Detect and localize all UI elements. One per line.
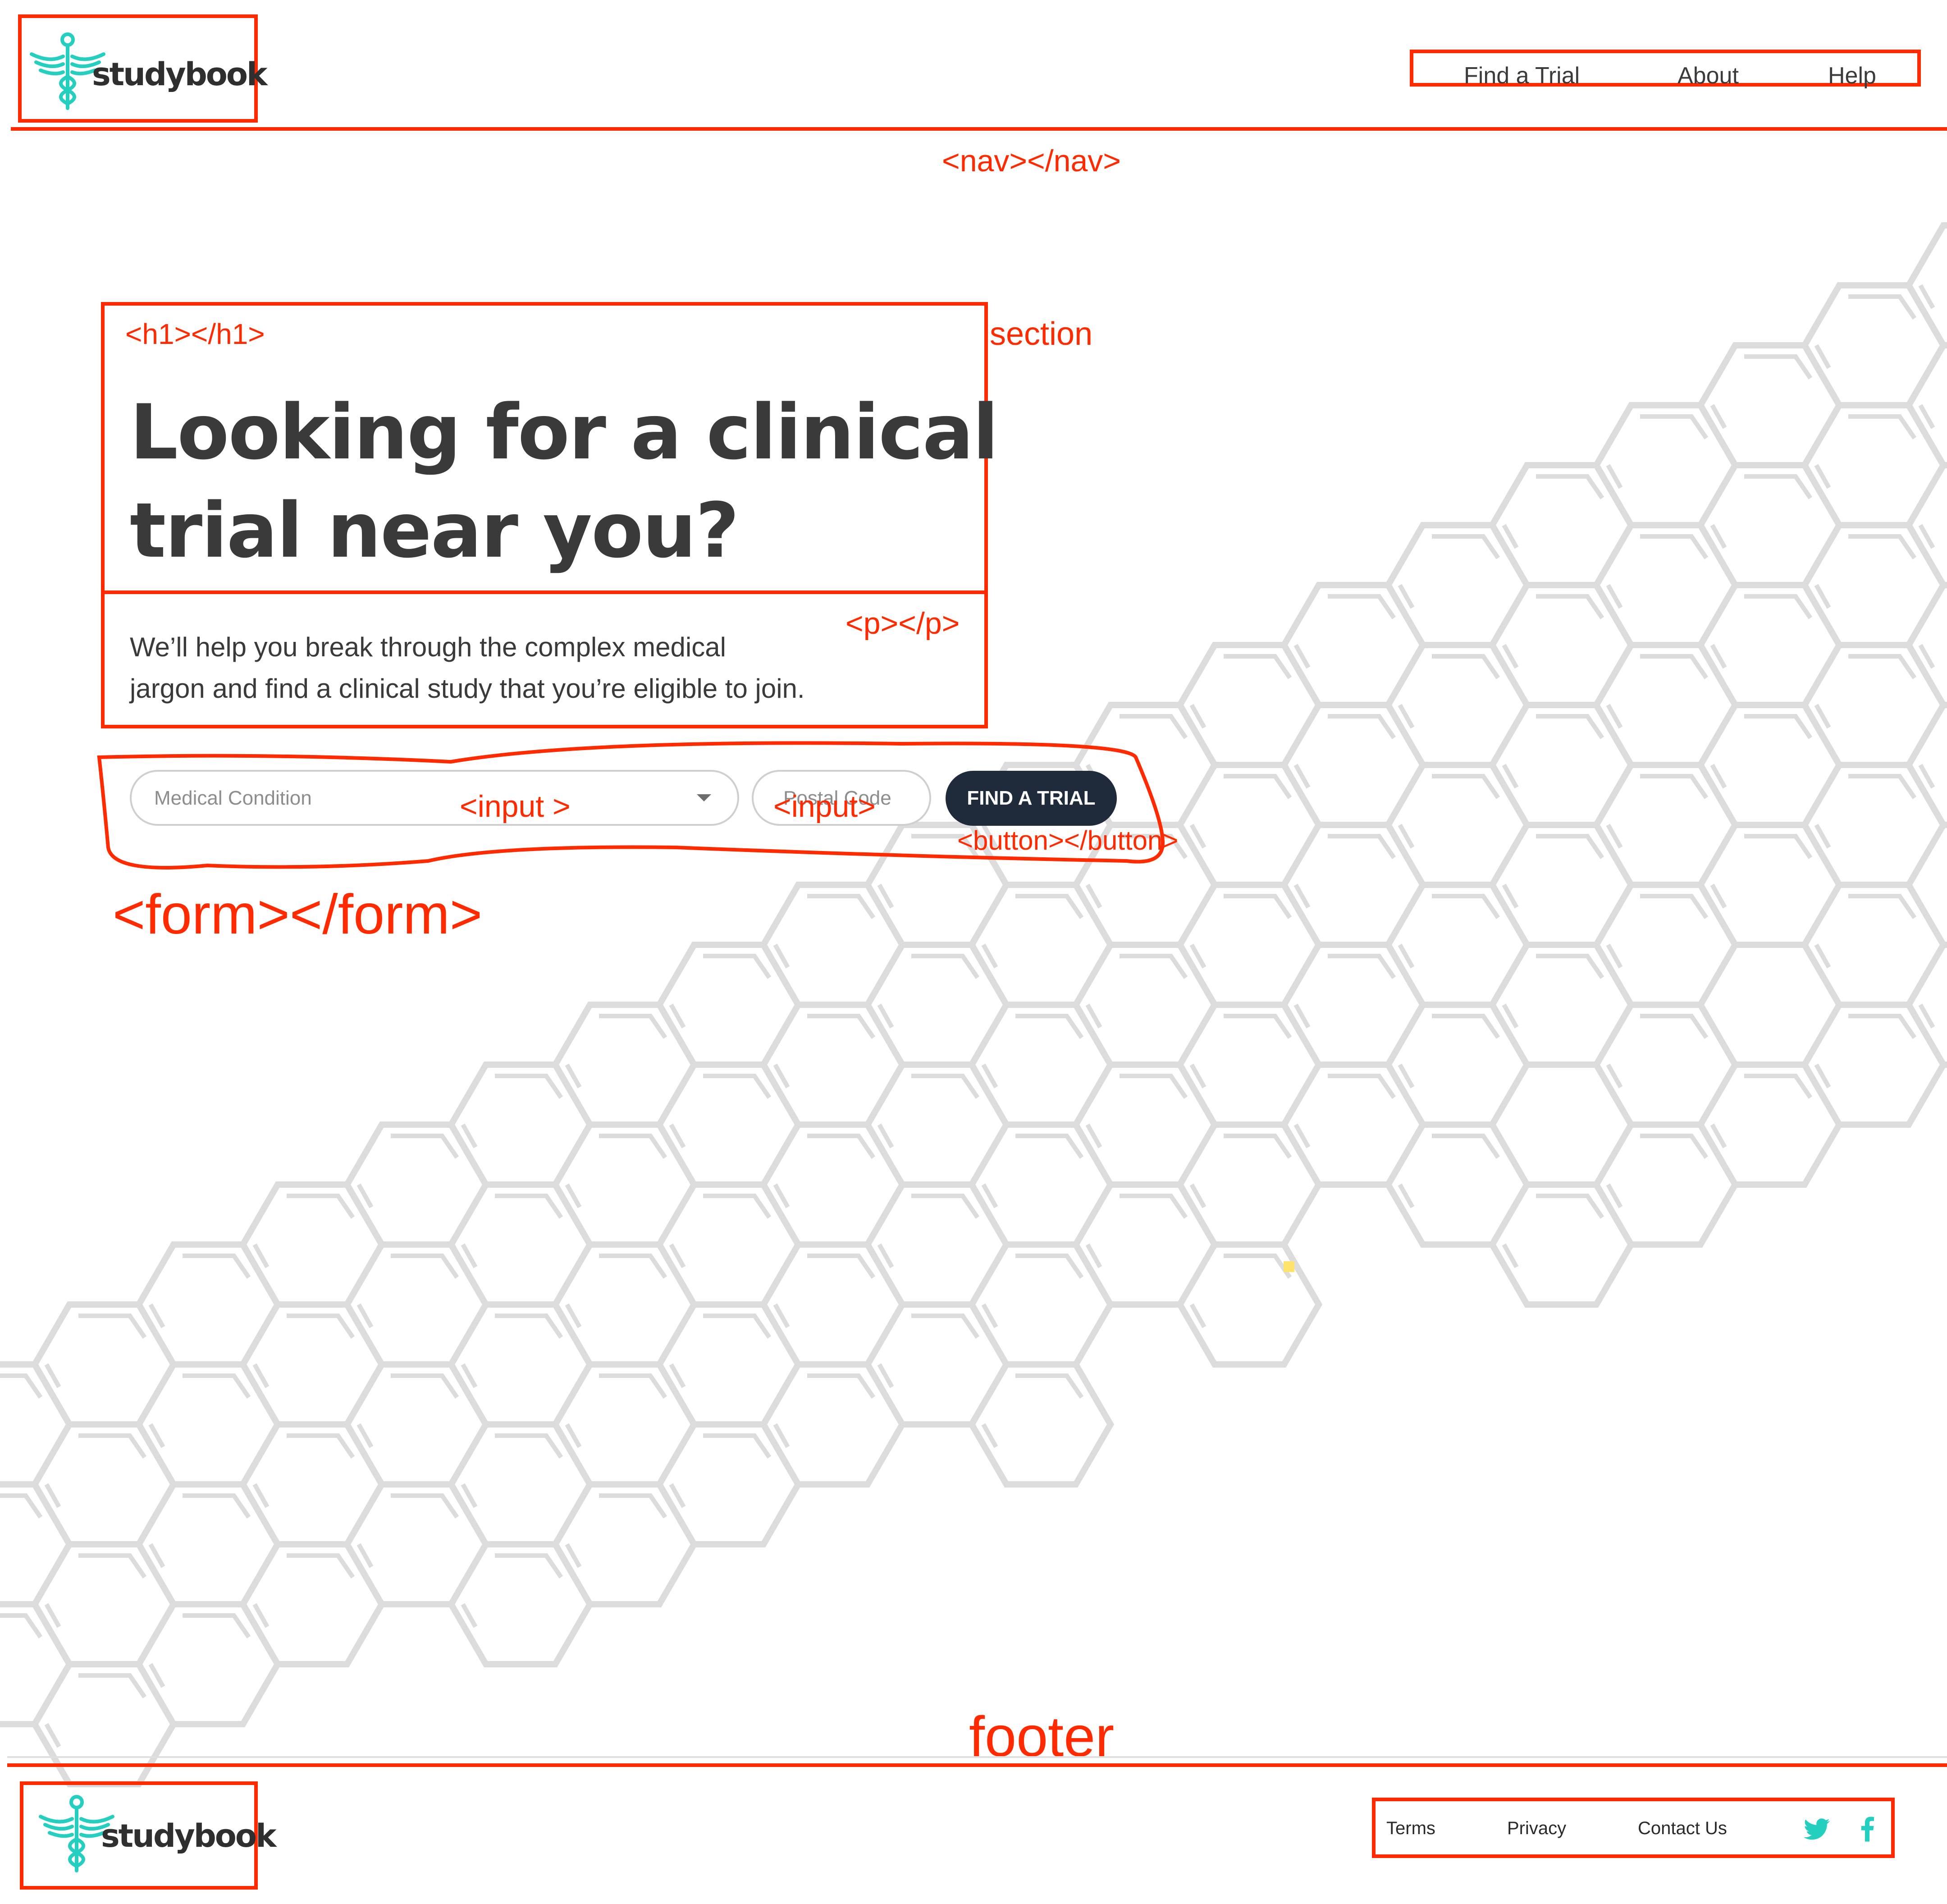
nav-link-find-a-trial[interactable]: Find a Trial	[1464, 62, 1580, 89]
medical-condition-placeholder: Medical Condition	[154, 787, 312, 809]
footer-annotation-line	[7, 1763, 1947, 1767]
footer-annotation-label: footer	[969, 1705, 1115, 1768]
hero-heading: Looking for a clinical trial near you?	[130, 383, 999, 580]
facebook-icon[interactable]	[1860, 1817, 1874, 1842]
medical-condition-select[interactable]: Medical Condition	[130, 770, 739, 826]
header-logo[interactable]: studybook	[27, 32, 268, 113]
hexagon-shape	[972, 1364, 1111, 1484]
hexagon-shape	[1909, 465, 1947, 585]
hero-description-line-1: We’ll help you break through the complex…	[130, 632, 726, 662]
dropdown-arrow-icon[interactable]	[697, 794, 711, 803]
hexagon-shape	[1909, 945, 1947, 1065]
footer-logo-wordmark: studybook	[101, 1817, 277, 1854]
nav-annotation-label: <nav></nav>	[942, 144, 1121, 178]
hero-description-line-2: jargon and find a clinical study that yo…	[130, 673, 805, 704]
footer-link-privacy[interactable]: Privacy	[1507, 1818, 1566, 1839]
nav-link-help[interactable]: Help	[1828, 62, 1876, 89]
yellow-marker	[1284, 1261, 1294, 1272]
form-annotation-label: <form></form>	[113, 883, 483, 946]
hexagon-shape	[1909, 705, 1947, 825]
hexagon-shape	[1909, 225, 1947, 345]
footer-link-contact-us[interactable]: Contact Us	[1638, 1818, 1727, 1839]
footer-link-terms[interactable]: Terms	[1386, 1818, 1435, 1839]
twitter-icon[interactable]	[1804, 1818, 1830, 1840]
nav-link-about[interactable]: About	[1677, 62, 1739, 89]
hexagon-shape	[1909, 585, 1947, 705]
h1-annotation-divider	[101, 590, 984, 594]
button-annotation-label: <button></button>	[957, 825, 1179, 856]
input-annotation-label-2: <input>	[773, 789, 876, 824]
hexagon-background-pattern	[0, 0, 1947, 1904]
nav-annotation-line	[11, 127, 1947, 131]
find-a-trial-button[interactable]: FIND A TRIAL	[946, 771, 1117, 826]
hexagon-shape	[1180, 1245, 1319, 1364]
h1-annotation-label: <h1></h1>	[125, 318, 265, 350]
p-annotation-label: <p></p>	[846, 606, 960, 641]
section-annotation-label: section	[990, 316, 1093, 352]
input-annotation-label-1: <input >	[460, 789, 571, 824]
footer-divider	[7, 1756, 1947, 1758]
hero-description: We’ll help you break through the complex…	[130, 627, 805, 709]
logo-wordmark: studybook	[92, 56, 268, 93]
footer-logo[interactable]: studybook	[36, 1794, 277, 1875]
hero-heading-line-1: Looking for a clinical	[130, 388, 999, 476]
hero-heading-line-2: trial near you?	[130, 486, 739, 575]
hexagon-shape	[1909, 345, 1947, 465]
